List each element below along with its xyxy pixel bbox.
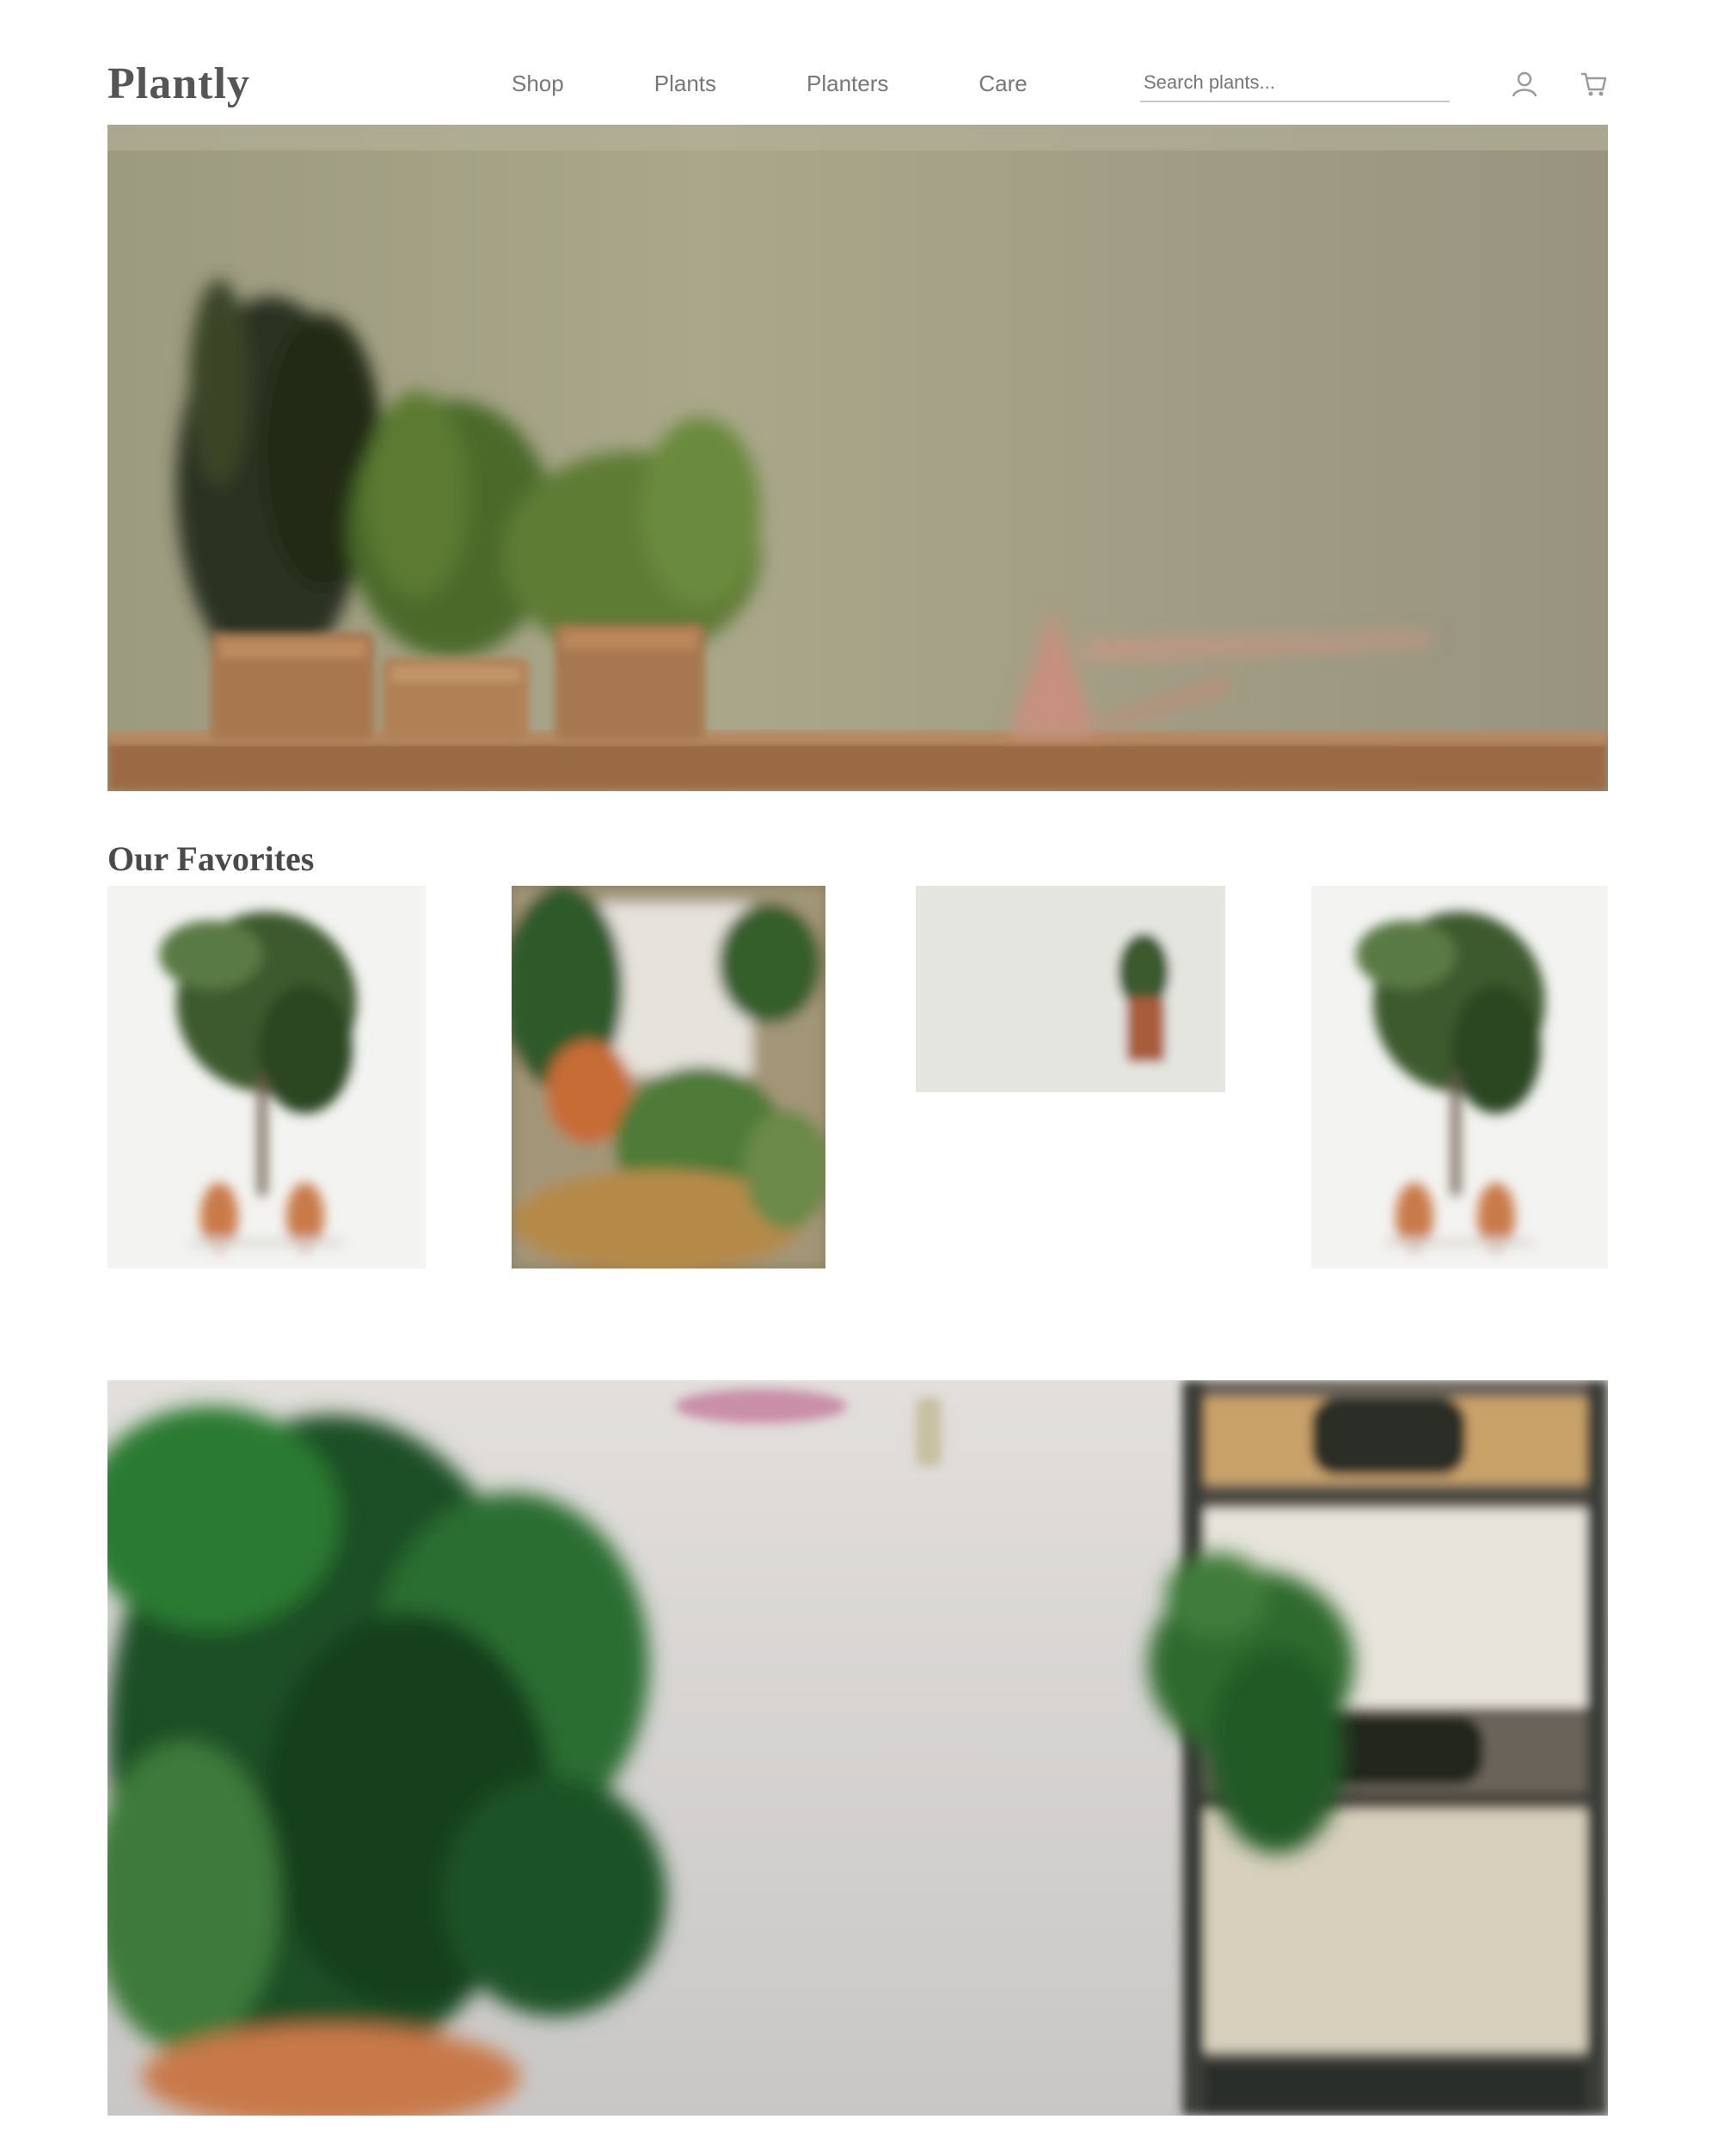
nav-link-shop[interactable]: Shop bbox=[512, 71, 564, 97]
product-card[interactable] bbox=[1311, 886, 1608, 1268]
user-icon[interactable] bbox=[1510, 69, 1539, 98]
potted-plants-shelf-image bbox=[107, 125, 1608, 791]
monstera-room-shelves-image bbox=[107, 1380, 1608, 2116]
site-header: Plantly Shop Plants Planters Care bbox=[107, 45, 1608, 122]
header-icons bbox=[1510, 69, 1608, 98]
main-nav: Shop Plants Planters Care bbox=[512, 71, 1118, 97]
nav-link-planters[interactable]: Planters bbox=[807, 71, 888, 97]
featured-products bbox=[107, 886, 1608, 1290]
search-input[interactable] bbox=[1144, 71, 1446, 94]
small-potted-plant-image bbox=[916, 886, 1225, 1092]
product-card[interactable] bbox=[916, 886, 1225, 1092]
feature-banner-image bbox=[107, 1380, 1608, 2116]
search-box bbox=[1140, 64, 1450, 102]
fiddle-leaf-plant-image bbox=[1311, 886, 1608, 1268]
nav-link-plants[interactable]: Plants bbox=[654, 71, 716, 97]
product-card[interactable] bbox=[512, 886, 825, 1268]
fiddle-leaf-plant-image bbox=[107, 886, 426, 1268]
cart-icon[interactable] bbox=[1579, 69, 1608, 98]
nav-link-care[interactable]: Care bbox=[979, 71, 1027, 97]
hero-image bbox=[107, 125, 1608, 791]
site-logo[interactable]: Plantly bbox=[107, 58, 417, 109]
product-card[interactable] bbox=[107, 886, 426, 1268]
featured-section-title: Our Favorites bbox=[107, 839, 315, 878]
indoor-plant-collection-image bbox=[512, 886, 825, 1268]
